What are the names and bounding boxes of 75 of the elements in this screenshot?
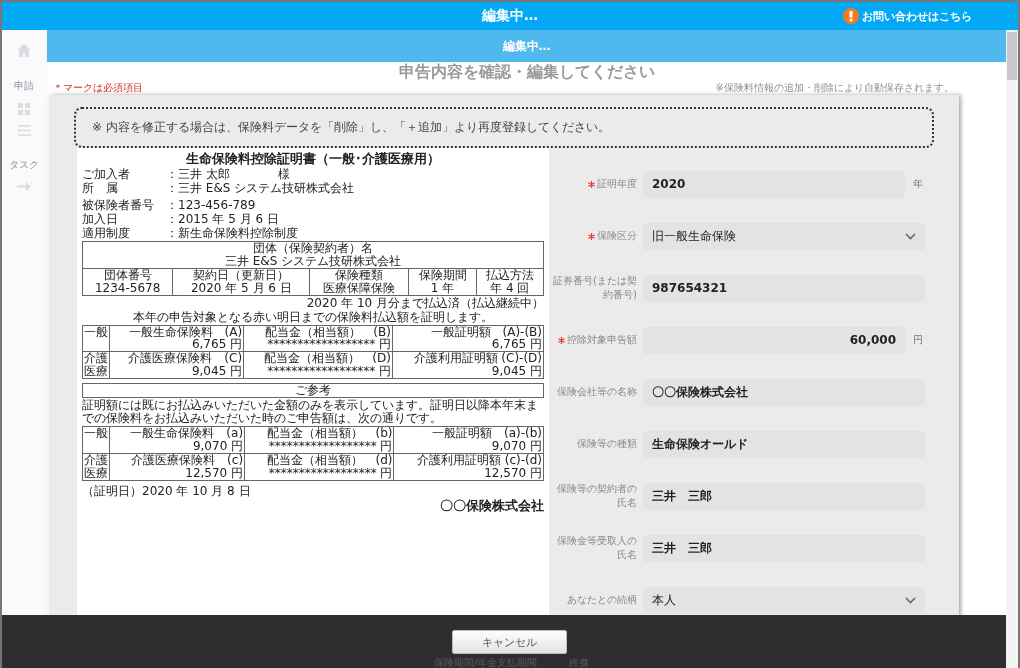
- document-title: 生命保険料控除証明書（一般･介護医療用）: [185, 152, 441, 167]
- table-cell: 一般: [82, 325, 110, 352]
- document-label: ご加入者: [82, 168, 131, 181]
- grid-icon[interactable]: [18, 103, 30, 115]
- unit-label: 年: [913, 177, 923, 191]
- input-field[interactable]: 生命保険オールド: [643, 430, 925, 458]
- table-cell: 契約日（更新日） 2020 年 5 月 6 日: [172, 268, 310, 296]
- table-cell: 介護医療: [82, 351, 110, 379]
- document-value: ：三井 E&S システム技研株式会社: [166, 182, 356, 195]
- table-cell: 払込方法 年 4 回: [476, 268, 544, 296]
- table-cell: 団体番号 1234-5678: [82, 268, 173, 296]
- sidebar-label: タスク: [9, 158, 39, 172]
- required-note: ＊マークは必須項目: [53, 81, 143, 95]
- alert-icon: [843, 8, 859, 24]
- table-cell: 配当金（相当額） (b) ****************** 円: [244, 426, 394, 454]
- unit-label: 円: [913, 333, 923, 347]
- sidebar-label: 申請: [14, 79, 34, 93]
- document-label: 適用制度: [82, 226, 131, 240]
- table-cell: 介護利用証明額 (C)-(D) 9,045 円: [392, 351, 544, 379]
- table-cell: 保険期間 1 年: [408, 268, 477, 296]
- input-field[interactable]: 2020: [643, 170, 905, 198]
- input-field[interactable]: 60,000: [643, 326, 905, 354]
- document-value: ：新生命保険料控除制度: [166, 226, 299, 240]
- table-cell: 介護利用証明額 (c)-(d) 12,570 円: [393, 453, 544, 481]
- table-cell: 介護医療保険料 (C) 9,045 円: [109, 351, 244, 379]
- header-title: 編集中…: [482, 7, 538, 25]
- table-cell: 一般生命保険料 (A) 6,765 円: [109, 325, 244, 352]
- table-cell: 配当金（相当額） (B) ****************** 円: [243, 325, 393, 352]
- input-field[interactable]: 〇〇保険株式会社: [643, 378, 925, 406]
- document-value: ：三井 太郎 様: [166, 168, 291, 181]
- input-field[interactable]: 987654321: [643, 274, 925, 302]
- table-cell: 介護医療: [82, 453, 110, 481]
- arrow-icon[interactable]: [17, 182, 31, 191]
- autosave-note: ※保険料情報の追加・削除により自動保存されます。: [715, 81, 954, 95]
- table-cell: 保険種類 医療保障保険: [309, 268, 409, 296]
- document-text: （証明日）2020 年 10 月 8 日: [82, 485, 252, 498]
- banner-title: 編集中…: [502, 37, 551, 55]
- document-text: 証明額には既にお払込みいただいた金額のみを表示しています。証明日以降本年末までの保険料をお払込みいただいた時のご申告額は、次の通りです。: [82, 399, 539, 426]
- table-cell: 配当金（相当額） (d) ****************** 円: [244, 453, 394, 481]
- page-title: 申告内容を確認・編集してください: [397, 63, 656, 81]
- document-label: 所 属: [82, 182, 119, 195]
- select-field[interactable]: 旧一般生命保険: [643, 222, 925, 250]
- issuer-name: 〇〇保険株式会社: [439, 498, 544, 513]
- table-cell: 一般: [82, 426, 110, 454]
- input-field[interactable]: 三井 三郎: [643, 482, 925, 510]
- document-heading: ご参考: [82, 383, 544, 399]
- document-label: 加入日: [82, 212, 119, 226]
- home-icon[interactable]: [17, 44, 31, 57]
- chevron-down-icon: [905, 232, 916, 240]
- field-label: あなたとの続柄: [567, 593, 637, 607]
- field-label: 控除対象申告額: [567, 333, 637, 347]
- document-value: ：123-456-789: [166, 198, 257, 212]
- field-label: 保険金等受取人の氏名: [556, 534, 637, 562]
- document-value: ：2015 年 5 月 6 日: [166, 212, 280, 226]
- table-cell: 介護医療保険料 (c) 12,570 円: [109, 453, 245, 481]
- document-text: 2020 年 10 月分まで払込済（払込継続中）: [305, 296, 544, 310]
- table-cell: 配当金（相当額） (D) ****************** 円: [243, 351, 393, 379]
- field-label: 保険等の種類: [577, 437, 637, 451]
- field-label: 保険区分: [597, 229, 637, 243]
- field-label: 保険等の契約者の氏名: [556, 482, 637, 510]
- table-cell: 一般生命保険料 (a) 9,070 円: [109, 426, 245, 454]
- document-text: 本年の申告対象となる赤い明日までの保険料払込額を証明します。: [132, 310, 494, 324]
- document-label: 被保険者番号: [82, 198, 155, 212]
- field-label: 証券番号(または契約番号): [552, 274, 637, 302]
- list-icon[interactable]: [17, 125, 31, 136]
- field-label: 保険会社等の名称: [557, 385, 637, 399]
- scrollbar[interactable]: [1006, 30, 1018, 668]
- chevron-down-icon: [905, 596, 916, 604]
- cancel-button[interactable]: キャンセル: [452, 630, 567, 654]
- input-field[interactable]: 三井 三郎: [643, 534, 925, 562]
- field-label: 証明年度: [597, 177, 637, 191]
- table-cell: 団体（保険契約者）名 三井 E&S システム技研株式会社: [82, 241, 544, 269]
- select-field[interactable]: 本人: [643, 586, 925, 614]
- table-cell: 一般証明額 (a)-(b) 9,070 円: [393, 426, 544, 454]
- table-cell: 一般証明額 (A)-(B) 6,765 円: [392, 325, 544, 352]
